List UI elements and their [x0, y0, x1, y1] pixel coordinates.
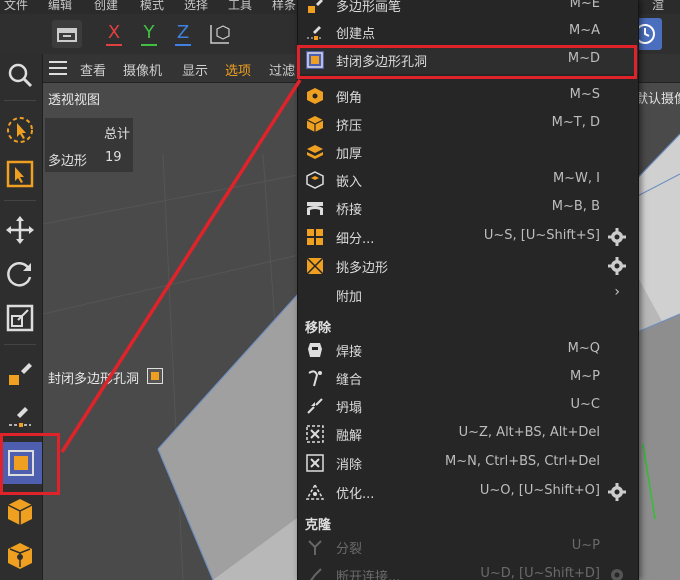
annotation-connector-line [60, 79, 302, 453]
